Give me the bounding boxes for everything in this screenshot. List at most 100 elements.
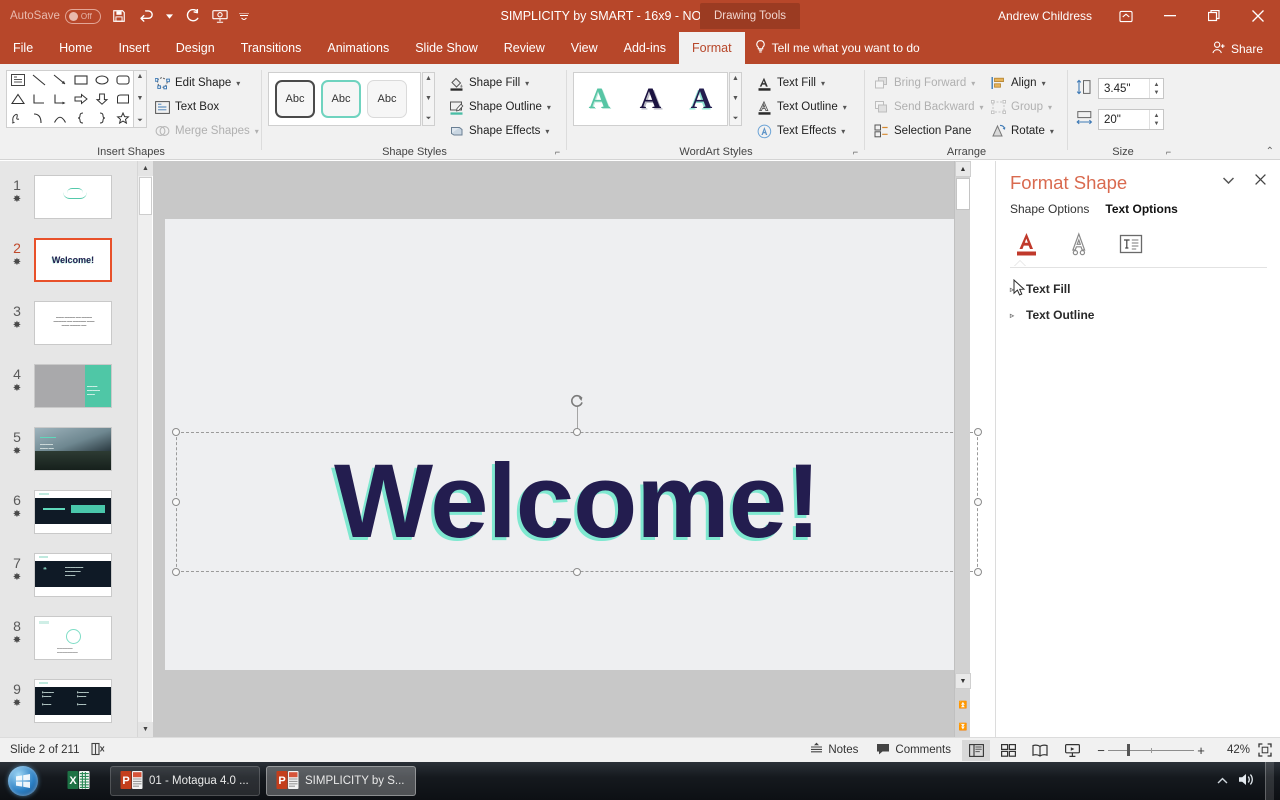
zoom-in-button[interactable]: +: [1194, 743, 1208, 758]
save-icon[interactable]: [110, 7, 129, 26]
align-button[interactable]: Align ▾: [990, 73, 1046, 93]
wordart-sample-2[interactable]: A: [640, 84, 662, 114]
shape-outline-dropdown-icon[interactable]: ▾: [547, 103, 551, 112]
slide-title-text[interactable]: Welcome!: [177, 433, 977, 571]
text-effects-dropdown-icon[interactable]: ▾: [841, 127, 845, 136]
thumbnail-pane-scrollbar[interactable]: ▲ ▼: [137, 161, 153, 737]
height-down-icon[interactable]: ▼: [1154, 89, 1160, 97]
zoom-percentage[interactable]: 42%: [1216, 744, 1250, 756]
slide-indicator[interactable]: Slide 2 of 211: [10, 744, 79, 756]
text-outline-dropdown-icon[interactable]: ▾: [843, 103, 847, 112]
tab-slide-show[interactable]: Slide Show: [402, 32, 491, 64]
taskbar-excel[interactable]: X: [58, 766, 98, 796]
shape-styles-scroll-down-icon[interactable]: ▼: [425, 95, 432, 102]
shapes-more-icon[interactable]: ⏷: [137, 117, 143, 125]
thumbnail-slide-8[interactable]: 8 ✸ ▬▬▬▬▬▬ ▬▬▬▬▬▬▬▬: [0, 616, 137, 660]
shape-ellipse-icon[interactable]: [91, 71, 112, 90]
thumbnail-slide-3[interactable]: 3 ✸ ▬▬▬ ▬▬▬▬ ▬▬ ▬▬▬▬ ▬▬▬▬▬ ▬▬ ▬▬▬▬▬ ▬▬▬ ▬▬…: [0, 301, 137, 345]
shape-fill-dropdown-icon[interactable]: ▾: [525, 79, 529, 88]
thumbnail-scroll-thumb[interactable]: [139, 177, 152, 215]
shapes-gallery[interactable]: [6, 70, 134, 128]
tab-transitions[interactable]: Transitions: [228, 32, 315, 64]
shape-star-icon[interactable]: [112, 108, 133, 127]
tab-review[interactable]: Review: [491, 32, 558, 64]
shape-styles-scroll[interactable]: ▲ ▼ ⏷: [422, 72, 435, 126]
wordart-styles-gallery[interactable]: A A A: [573, 72, 728, 126]
shape-textbox-icon[interactable]: [7, 71, 28, 90]
text-effects-tab-icon[interactable]: [1062, 229, 1096, 259]
shape-right-arrow-icon[interactable]: [70, 90, 91, 109]
canvas-vertical-scrollbar[interactable]: ▲ ▼ ⏫ ⏬: [954, 161, 971, 737]
thumbnail-image-4[interactable]: ▬▬▬▬ ▬▬▬▬▬ ▬▬▬: [34, 364, 112, 408]
shape-arrow-icon[interactable]: [49, 71, 70, 90]
rotate-dropdown-icon[interactable]: ▾: [1050, 127, 1054, 136]
shape-rectangle-icon[interactable]: [70, 71, 91, 90]
shape-rounded-rectangle-icon[interactable]: [112, 71, 133, 90]
undo-dropdown-icon[interactable]: [166, 7, 174, 26]
size-dialog-launcher[interactable]: ⌐: [1163, 147, 1174, 158]
thumbnail-image-6[interactable]: [34, 490, 112, 534]
autosave-toggle[interactable]: AutoSave Off: [10, 8, 101, 24]
section-text-outline[interactable]: ▹ Text Outline: [1010, 308, 1094, 322]
autosave-switch[interactable]: Off: [64, 8, 101, 24]
textbox-tab-icon[interactable]: [1114, 229, 1148, 259]
thumbnail-slide-7[interactable]: 7 ✸ ▬▬▬▬▬▬▬ ▬▬▬▬▬▬ ▬▬▬▬ ❝: [0, 553, 137, 597]
thumbnail-slide-2[interactable]: 2 ✸ Welcome!: [0, 238, 137, 282]
resize-handle-top-right[interactable]: [974, 428, 982, 436]
expand-triangle-icon[interactable]: ▹: [1010, 311, 1019, 320]
selection-pane-button[interactable]: Selection Pane: [873, 121, 971, 141]
thumbnail-image-7[interactable]: ▬▬▬▬▬▬▬ ▬▬▬▬▬▬ ▬▬▬▬ ❝: [34, 553, 112, 597]
notes-button[interactable]: Notes: [803, 740, 865, 761]
wordart-sample-3[interactable]: A: [691, 84, 713, 114]
start-button[interactable]: [0, 763, 46, 799]
start-presentation-icon[interactable]: [211, 7, 230, 26]
shape-right-brace-icon[interactable]: [91, 108, 112, 127]
tab-view[interactable]: View: [558, 32, 611, 64]
shape-arc-icon[interactable]: [49, 108, 70, 127]
thumbnail-scroll-up-button[interactable]: ▲: [138, 161, 153, 176]
resize-handle-top-left[interactable]: [172, 428, 180, 436]
restore-button[interactable]: [1192, 0, 1236, 32]
resize-handle-bottom-right[interactable]: [974, 568, 982, 576]
wordart-styles-dialog-launcher[interactable]: ⌐: [850, 147, 861, 158]
thumbnail-image-8[interactable]: ▬▬▬▬▬▬ ▬▬▬▬▬▬▬▬: [34, 616, 112, 660]
text-outline-button[interactable]: Text Outline ▾: [756, 97, 847, 117]
slideshow-button[interactable]: [1058, 740, 1086, 761]
next-slide-button[interactable]: ⏬: [955, 719, 971, 735]
align-dropdown-icon[interactable]: ▾: [1042, 79, 1046, 88]
thumbnail-image-9[interactable]: ▮▬▬▬▬ ▮▬▬▬ ▮▬▬▬▬ ▮▬▬▬ ▮▬▬▬ ▮▬▬▬: [34, 679, 112, 723]
thumbnail-slide-1[interactable]: 1 ✸: [0, 175, 137, 219]
thumbnail-image-5[interactable]: ▬▬▬▬▬ ▬▬▬ ▬▬: [34, 427, 112, 471]
thumbnail-slide-9[interactable]: 9 ✸ ▮▬▬▬▬ ▮▬▬▬ ▮▬▬▬▬ ▮▬▬▬ ▮▬▬▬ ▮▬▬▬: [0, 679, 137, 723]
text-placeholder-selection[interactable]: Welcome!: [172, 394, 982, 576]
thumbnail-image-1[interactable]: [34, 175, 112, 219]
slide-surface[interactable]: Welcome!: [165, 219, 982, 670]
tab-file[interactable]: File: [0, 32, 47, 64]
rotate-button[interactable]: Rotate ▾: [990, 121, 1054, 141]
shape-line-icon[interactable]: [28, 71, 49, 90]
thumbnail-image-2[interactable]: Welcome!: [34, 238, 112, 282]
resize-handle-middle-right[interactable]: [974, 498, 982, 506]
shapes-scroll-up-icon[interactable]: ▲: [137, 73, 144, 80]
resize-handle-middle-left[interactable]: [172, 498, 180, 506]
shape-triangle-icon[interactable]: [7, 90, 28, 109]
thumbnail-scroll-down-button[interactable]: ▼: [138, 722, 153, 737]
zoom-out-button[interactable]: −: [1094, 743, 1108, 758]
resize-handle-top-center[interactable]: [573, 428, 581, 436]
volume-icon[interactable]: [1238, 772, 1255, 790]
format-pane-close-icon[interactable]: [1255, 172, 1266, 188]
width-up-icon[interactable]: ▲: [1154, 112, 1160, 120]
show-desktop-button[interactable]: [1265, 762, 1274, 800]
tab-insert[interactable]: Insert: [106, 32, 163, 64]
shape-styles-scroll-up-icon[interactable]: ▲: [425, 75, 432, 82]
format-shape-pane[interactable]: Format Shape Shape Options Text Options: [995, 161, 1280, 737]
format-pane-options-icon[interactable]: [1222, 175, 1235, 187]
shape-style-sample-1[interactable]: Abc: [275, 80, 315, 118]
wordart-sample-1[interactable]: A: [589, 84, 611, 114]
shape-styles-gallery[interactable]: Abc Abc Abc: [268, 72, 421, 126]
slide-thumbnail-pane[interactable]: 1 ✸ 2 ✸ Welcome! 3 ✸ ▬▬▬ ▬▬▬▬ ▬▬ ▬▬▬▬ ▬▬…: [0, 161, 137, 737]
redo-icon[interactable]: [183, 7, 202, 26]
shape-flowchart-icon[interactable]: [112, 90, 133, 109]
text-fill-button[interactable]: Text Fill ▾: [756, 73, 825, 93]
taskbar-powerpoint-motagua[interactable]: P 01 - Motagua 4.0 ...: [110, 766, 260, 796]
